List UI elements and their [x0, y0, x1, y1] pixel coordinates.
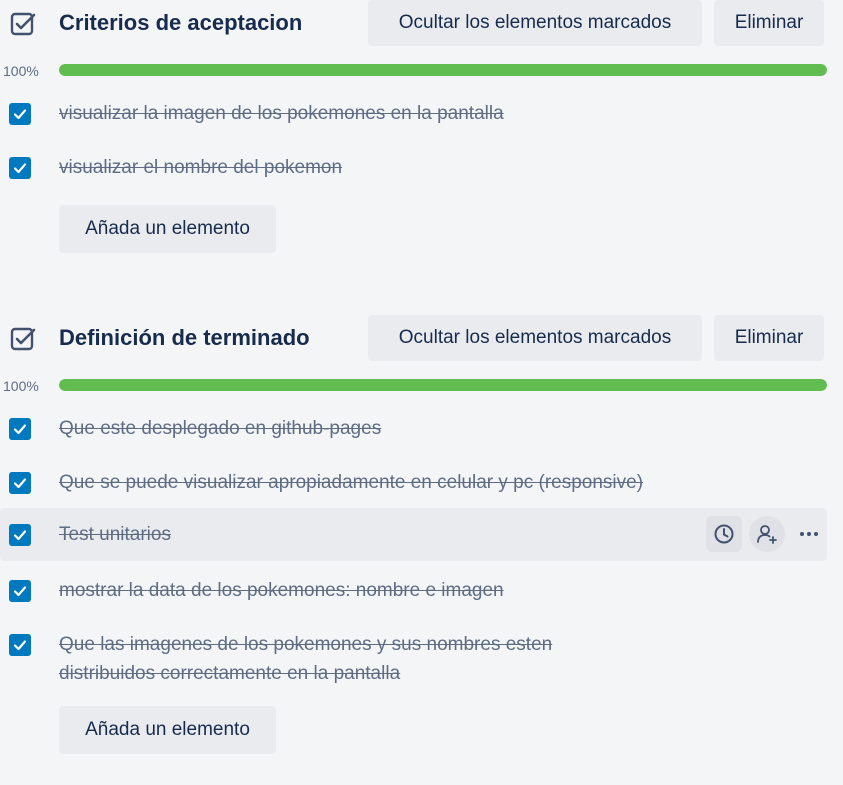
- checklist-item-text[interactable]: mostrar la data de los pokemones: nombre…: [59, 576, 504, 605]
- checkbox-checked[interactable]: [9, 634, 31, 656]
- checkbox-checked[interactable]: [9, 103, 31, 125]
- delete-checklist-button[interactable]: Eliminar: [714, 0, 824, 46]
- checklist-item[interactable]: visualizar la imagen de los pokemones en…: [0, 97, 827, 131]
- checklist-item-text[interactable]: Que este desplegado en github-pages: [59, 414, 381, 443]
- checklist-item[interactable]: Que se puede visualizar apropiadamente e…: [0, 466, 827, 500]
- checklist-item-text[interactable]: visualizar la imagen de los pokemones en…: [59, 99, 504, 128]
- checklist-item-text[interactable]: Test unitarios: [59, 520, 171, 549]
- checkbox-checked[interactable]: [9, 418, 31, 440]
- checklist-header: Criterios de aceptacion Ocultar los elem…: [0, 0, 843, 46]
- checklist-item-text-line2[interactable]: distribuidos correctamente en la pantall…: [59, 659, 400, 688]
- checkmark-icon: [13, 586, 27, 597]
- add-item-button[interactable]: Añada un elemento: [59, 706, 276, 754]
- checkmark-icon: [13, 640, 27, 651]
- checklist-item[interactable]: Que las imagenes de los pokemones y sus …: [0, 628, 827, 690]
- checkbox-checked[interactable]: [9, 472, 31, 494]
- checklist-title[interactable]: Criterios de aceptacion: [59, 10, 302, 36]
- progress-bar: [59, 379, 827, 391]
- progress-fill: [59, 379, 827, 391]
- checkmark-icon: [13, 424, 27, 435]
- checkmark-icon: [13, 163, 27, 174]
- progress-fill: [59, 64, 827, 76]
- checkmark-icon: [13, 478, 27, 489]
- checklist-item-text[interactable]: Que las imagenes de los pokemones y sus …: [59, 630, 552, 659]
- checkbox-checked[interactable]: [9, 580, 31, 602]
- delete-checklist-button[interactable]: Eliminar: [714, 315, 824, 361]
- checkmark-icon: [13, 530, 27, 541]
- checklist-title[interactable]: Definición de terminado: [59, 325, 310, 351]
- hide-checked-button[interactable]: Ocultar los elementos marcados: [368, 315, 702, 361]
- checklist-icon: [10, 327, 36, 351]
- checkmark-icon: [13, 109, 27, 120]
- more-icon: [800, 532, 818, 536]
- clock-icon: [714, 524, 734, 544]
- add-item-button[interactable]: Añada un elemento: [59, 205, 276, 253]
- add-member-icon: [757, 525, 777, 544]
- checklist-item[interactable]: visualizar el nombre del pokemon: [0, 151, 827, 185]
- checklist-item-text[interactable]: visualizar el nombre del pokemon: [59, 153, 342, 182]
- item-actions-button[interactable]: [791, 516, 827, 552]
- progress-percent: 100%: [3, 63, 39, 79]
- checklist-item-text[interactable]: Que se puede visualizar apropiadamente e…: [59, 468, 643, 497]
- checkbox-checked[interactable]: [9, 524, 31, 546]
- checklist-item[interactable]: Que este desplegado en github-pages: [0, 412, 827, 446]
- checkbox-checked[interactable]: [9, 157, 31, 179]
- checklist-item-hovered[interactable]: Test unitarios: [0, 508, 827, 561]
- assign-member-button[interactable]: [749, 516, 785, 552]
- due-date-button[interactable]: [706, 516, 742, 552]
- checklist-icon: [10, 12, 36, 36]
- checklist-header: Definición de terminado Ocultar los elem…: [0, 315, 843, 361]
- progress-bar: [59, 64, 827, 76]
- checklist-item[interactable]: mostrar la data de los pokemones: nombre…: [0, 574, 827, 608]
- hide-checked-button[interactable]: Ocultar los elementos marcados: [368, 0, 702, 46]
- progress-percent: 100%: [3, 378, 39, 394]
